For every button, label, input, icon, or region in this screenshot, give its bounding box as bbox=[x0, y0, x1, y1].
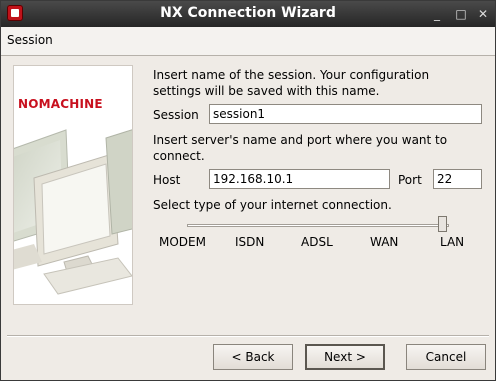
host-label: Host bbox=[153, 173, 181, 187]
monitor-illustration-icon bbox=[14, 129, 132, 295]
speed-label-modem: MODEM bbox=[159, 235, 206, 249]
window-title: NX Connection Wizard bbox=[160, 5, 336, 21]
connection-speed-slider-track[interactable] bbox=[187, 224, 449, 227]
minimize-icon[interactable]: _ bbox=[429, 6, 445, 22]
button-separator bbox=[7, 335, 489, 337]
session-intro-line-1: Insert name of the session. Your configu… bbox=[153, 68, 430, 82]
next-button[interactable]: Next > bbox=[305, 344, 385, 370]
wizard-header: Session bbox=[1, 27, 495, 56]
session-name-input[interactable]: session1 bbox=[209, 104, 482, 124]
session-intro-line-2: settings will be saved with this name. bbox=[153, 84, 380, 98]
speed-label-wan: WAN bbox=[370, 235, 399, 249]
maximize-icon[interactable]: □ bbox=[453, 6, 469, 22]
server-intro-line-2: connect. bbox=[153, 149, 205, 163]
connection-intro: Select type of your internet connection. bbox=[153, 198, 392, 212]
wizard-window: NX Connection Wizard _ □ ✕ Session NOMAC… bbox=[0, 0, 496, 381]
title-bar[interactable]: NX Connection Wizard _ □ ✕ bbox=[1, 1, 495, 27]
connection-speed-slider-handle[interactable] bbox=[438, 216, 447, 232]
speed-label-lan: LAN bbox=[440, 235, 465, 249]
server-intro-line-1: Insert server's name and port where you … bbox=[153, 133, 448, 147]
nomachine-illustration: NOMACHINE bbox=[13, 65, 133, 305]
close-icon[interactable]: ✕ bbox=[475, 6, 491, 22]
port-input[interactable]: 22 bbox=[433, 169, 482, 189]
page-title: Session bbox=[7, 33, 53, 47]
host-input[interactable]: 192.168.10.1 bbox=[209, 169, 390, 189]
speed-label-isdn: ISDN bbox=[235, 235, 265, 249]
cancel-button[interactable]: Cancel bbox=[406, 344, 486, 370]
back-button[interactable]: < Back bbox=[213, 344, 293, 370]
speed-label-adsl: ADSL bbox=[301, 235, 333, 249]
session-label: Session bbox=[153, 108, 199, 122]
port-label: Port bbox=[398, 173, 422, 187]
